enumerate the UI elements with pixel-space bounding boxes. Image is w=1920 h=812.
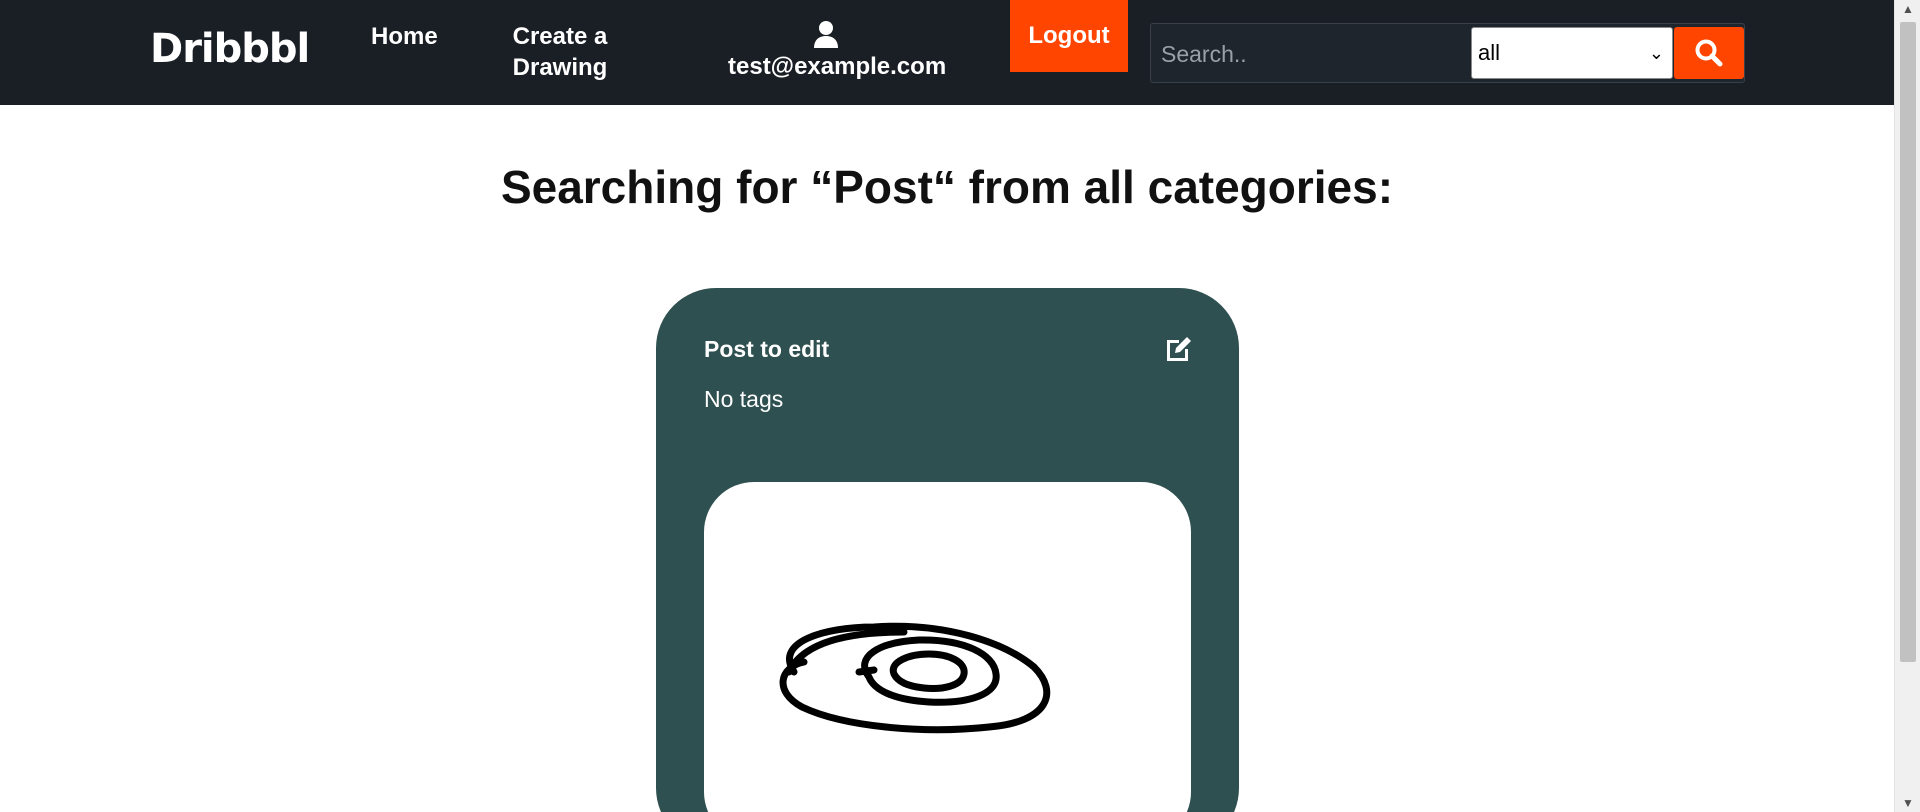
search-button[interactable] [1674,27,1744,79]
page: Dribbbl Home Create a Drawing test@examp… [0,0,1894,812]
post-drawing-image[interactable] [704,482,1191,812]
search-icon [1695,39,1723,67]
scroll-up-arrow-icon[interactable]: ▲ [1895,0,1920,18]
post-title[interactable]: Post to edit [704,336,829,363]
chevron-down-icon: ⌄ [1648,43,1664,63]
scrollbar-thumb[interactable] [1900,22,1916,662]
brand-logo[interactable]: Dribbbl [150,26,310,72]
category-select-value: all [1478,40,1501,65]
nav-home-link[interactable]: Home [371,21,438,52]
search-input[interactable] [1159,32,1463,76]
user-email: test@example.com [728,53,947,80]
post-card[interactable]: Post to edit No tags [656,288,1239,812]
post-tags: No tags [704,386,784,412]
edit-icon[interactable] [1163,334,1193,364]
vertical-scrollbar[interactable]: ▲ ▼ [1894,0,1920,812]
logout-button[interactable]: Logout [1010,0,1128,72]
nav-create-drawing-link[interactable]: Create a Drawing [495,21,625,83]
user-icon [813,21,838,48]
nav-user-profile[interactable]: test@example.com [728,19,946,82]
search-form: all ⌄ [1150,23,1745,83]
scroll-down-arrow-icon[interactable]: ▼ [1895,794,1920,812]
spiral-drawing [779,622,1051,734]
page-title: Searching for “Post“ from all categories… [500,161,1394,213]
category-select[interactable]: all ⌄ [1471,27,1673,79]
navbar: Dribbbl Home Create a Drawing test@examp… [0,0,1894,105]
